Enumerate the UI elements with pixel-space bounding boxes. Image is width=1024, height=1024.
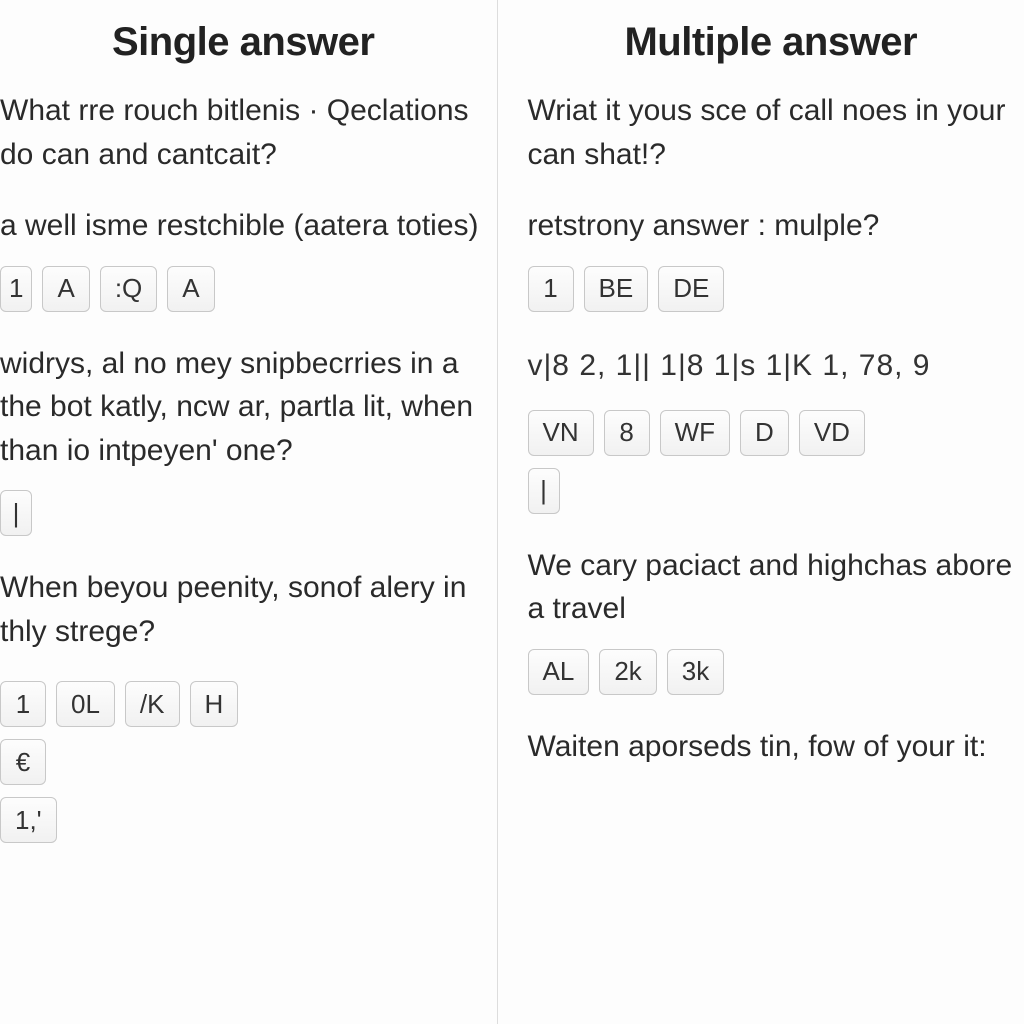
multiple-codes: v|8 2, 1|| 1|8 1|s 1|K 1, 78, 9 bbox=[528, 342, 1015, 390]
multiple-q5: Waiten aporseds tin, fow of your it: bbox=[528, 725, 1015, 769]
option[interactable]: VD bbox=[799, 410, 865, 456]
single-q4: When beyou peenity, sonof alery in thly … bbox=[0, 566, 487, 653]
option[interactable]: /K bbox=[125, 681, 180, 727]
option[interactable]: 2k bbox=[599, 649, 656, 695]
single-q4-options-row3: 1,' bbox=[0, 797, 487, 843]
option[interactable]: 0L bbox=[56, 681, 115, 727]
single-q3-options: | bbox=[0, 490, 487, 536]
option[interactable]: DE bbox=[658, 266, 724, 312]
multiple-q3-options: VN 8 WF D VD bbox=[528, 410, 1015, 456]
option[interactable]: H bbox=[190, 681, 239, 727]
multiple-answer-column: Multiple answer Wriat it yous sce of cal… bbox=[497, 0, 1024, 1024]
single-q2-options: 1 A :Q A bbox=[0, 266, 487, 312]
option[interactable]: 8 bbox=[604, 410, 650, 456]
option[interactable]: | bbox=[528, 468, 560, 514]
single-answer-column: Single answer What rre rouch bitlenis · … bbox=[0, 0, 497, 1024]
option[interactable]: 1 bbox=[528, 266, 574, 312]
option[interactable]: A bbox=[167, 266, 214, 312]
option[interactable]: € bbox=[0, 739, 46, 785]
multiple-q1: Wriat it yous sce of call noes in your c… bbox=[528, 89, 1015, 176]
option[interactable]: 1 bbox=[0, 681, 46, 727]
multiple-q3-options-row2: | bbox=[528, 468, 1015, 514]
multiple-q2: retstrony answer : mulple? bbox=[528, 204, 1015, 248]
multiple-q2-options: 1 BE DE bbox=[528, 266, 1015, 312]
multiple-q4-options: AL 2k 3k bbox=[528, 649, 1015, 695]
option[interactable]: VN bbox=[528, 410, 594, 456]
single-q4-options-row2: € bbox=[0, 739, 487, 785]
single-q1: What rre rouch bitlenis · Qeclations do … bbox=[0, 89, 487, 176]
option[interactable]: AL bbox=[528, 649, 590, 695]
single-title: Single answer bbox=[0, 20, 487, 65]
single-q2: a well isme restchible (aatera toties) bbox=[0, 204, 487, 248]
option[interactable]: 1,' bbox=[0, 797, 57, 843]
single-q4-options-row1: 1 0L /K H bbox=[0, 681, 487, 727]
multiple-q4: We cary paciact and highchas abore a tra… bbox=[528, 544, 1015, 631]
option[interactable]: 1 bbox=[0, 266, 32, 312]
option[interactable]: D bbox=[740, 410, 789, 456]
multiple-title: Multiple answer bbox=[528, 20, 1015, 65]
single-q3: widrys, al no mey snipbecrries in a the … bbox=[0, 342, 487, 473]
option[interactable]: A bbox=[42, 266, 89, 312]
option[interactable]: BE bbox=[584, 266, 649, 312]
option[interactable]: WF bbox=[660, 410, 730, 456]
option[interactable]: 3k bbox=[667, 649, 724, 695]
option[interactable]: :Q bbox=[100, 266, 157, 312]
option[interactable]: | bbox=[0, 490, 32, 536]
